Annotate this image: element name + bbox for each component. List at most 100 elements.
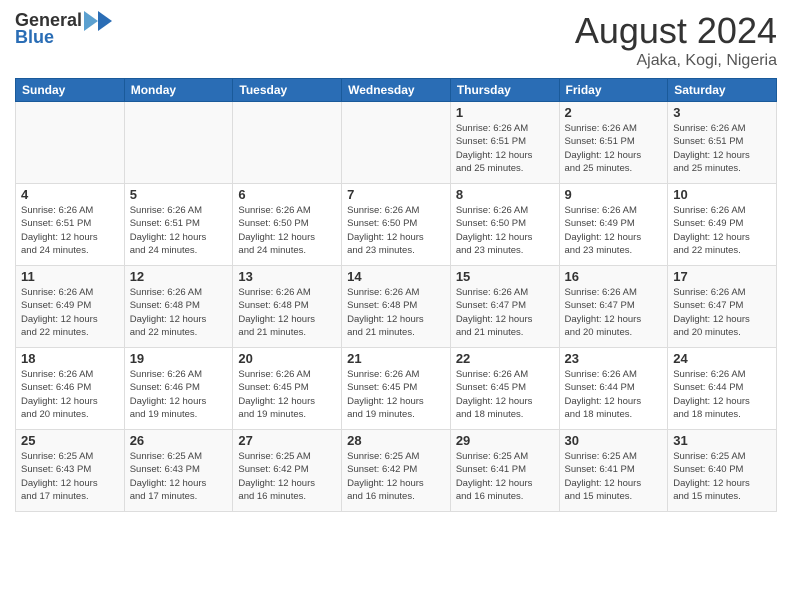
calendar-table: Sunday Monday Tuesday Wednesday Thursday… [15, 78, 777, 512]
table-row: 24Sunrise: 6:26 AM Sunset: 6:44 PM Dayli… [668, 348, 777, 430]
day-info: Sunrise: 6:26 AM Sunset: 6:51 PM Dayligh… [565, 122, 663, 175]
table-row: 29 Sunrise: 6:25 AM Sunset: 6:41 PM Dayli… [450, 430, 559, 512]
day-info: Sunrise: 6:26 AM Sunset: 6:47 PM Dayligh… [456, 286, 554, 339]
day-info: Sunrise: 6:25 AM Sunset: 6:43 PM Dayligh… [130, 450, 228, 503]
week-row-4: 18 Sunrise: 6:26 AM Sunset: 6:46 PM Dayli… [16, 348, 777, 430]
col-wednesday: Wednesday [342, 79, 451, 102]
day-number: 3 [673, 105, 771, 120]
table-row: 26 Sunrise: 6:25 AM Sunset: 6:43 PM Dayli… [124, 430, 233, 512]
day-number: 6 [238, 187, 336, 202]
day-number: 31 [673, 433, 771, 448]
table-row: 27 Sunrise: 6:25 AM Sunset: 6:42 PM Dayli… [233, 430, 342, 512]
location: Ajaka, Kogi, Nigeria [575, 52, 777, 70]
day-number: 22 [456, 351, 554, 366]
table-row: 1Sunrise: 6:26 AM Sunset: 6:51 PM Daylig… [450, 102, 559, 184]
table-row: 11Sunrise: 6:26 AM Sunset: 6:49 PM Dayli… [16, 266, 125, 348]
day-number: 7 [347, 187, 445, 202]
week-row-5: 25 Sunrise: 6:25 AM Sunset: 6:43 PM Dayli… [16, 430, 777, 512]
table-row: 5Sunrise: 6:26 AM Sunset: 6:51 PM Daylig… [124, 184, 233, 266]
day-number: 28 [347, 433, 445, 448]
table-row: 3 Sunrise: 6:26 AM Sunset: 6:51 PM Daylig… [668, 102, 777, 184]
day-number: 13 [238, 269, 336, 284]
table-row: 17Sunrise: 6:26 AM Sunset: 6:47 PM Dayli… [668, 266, 777, 348]
day-number: 9 [565, 187, 663, 202]
week-row-2: 4 Sunrise: 6:26 AM Sunset: 6:51 PM Daylig… [16, 184, 777, 266]
table-row: 19 Sunrise: 6:26 AM Sunset: 6:46 PM Dayli… [124, 348, 233, 430]
day-number: 14 [347, 269, 445, 284]
logo-icon [84, 11, 112, 31]
table-row: 22 Sunrise: 6:26 AM Sunset: 6:45 PM Dayli… [450, 348, 559, 430]
day-info: Sunrise: 6:26 AM Sunset: 6:48 PM Dayligh… [130, 286, 228, 339]
day-number: 8 [456, 187, 554, 202]
day-info: Sunrise: 6:25 AM Sunset: 6:41 PM Dayligh… [565, 450, 663, 503]
table-row: 10Sunrise: 6:26 AM Sunset: 6:49 PM Dayli… [668, 184, 777, 266]
table-row: 25 Sunrise: 6:25 AM Sunset: 6:43 PM Dayli… [16, 430, 125, 512]
day-info: Sunrise: 6:26 AM Sunset: 6:44 PM Dayligh… [565, 368, 663, 421]
day-number: 18 [21, 351, 119, 366]
day-number: 21 [347, 351, 445, 366]
table-row [16, 102, 125, 184]
day-number: 12 [130, 269, 228, 284]
table-row: 16 Sunrise: 6:26 AM Sunset: 6:47 PM Dayli… [559, 266, 668, 348]
day-number: 20 [238, 351, 336, 366]
day-info: Sunrise: 6:26 AM Sunset: 6:45 PM Dayligh… [238, 368, 336, 421]
day-info: Sunrise: 6:26 AM Sunset: 6:49 PM Dayligh… [565, 204, 663, 257]
day-info: Sunrise: 6:26 AM Sunset: 6:46 PM Dayligh… [130, 368, 228, 421]
table-row: 2 Sunrise: 6:26 AM Sunset: 6:51 PM Daylig… [559, 102, 668, 184]
day-number: 15 [456, 269, 554, 284]
day-info: Sunrise: 6:26 AM Sunset: 6:49 PM Dayligh… [21, 286, 119, 339]
day-number: 19 [130, 351, 228, 366]
day-number: 23 [565, 351, 663, 366]
day-info: Sunrise: 6:26 AM Sunset: 6:47 PM Dayligh… [565, 286, 663, 339]
day-info: Sunrise: 6:25 AM Sunset: 6:43 PM Dayligh… [21, 450, 119, 503]
table-row: 15 Sunrise: 6:26 AM Sunset: 6:47 PM Dayli… [450, 266, 559, 348]
day-info: Sunrise: 6:25 AM Sunset: 6:41 PM Dayligh… [456, 450, 554, 503]
day-info: Sunrise: 6:26 AM Sunset: 6:51 PM Dayligh… [456, 122, 554, 175]
day-number: 2 [565, 105, 663, 120]
page: General Blue August 2024 Ajaka, Kogi, Ni… [0, 0, 792, 612]
table-row: 14 Sunrise: 6:26 AM Sunset: 6:48 PM Dayli… [342, 266, 451, 348]
day-info: Sunrise: 6:26 AM Sunset: 6:49 PM Dayligh… [673, 204, 771, 257]
day-info: Sunrise: 6:25 AM Sunset: 6:40 PM Dayligh… [673, 450, 771, 503]
col-saturday: Saturday [668, 79, 777, 102]
day-number: 30 [565, 433, 663, 448]
day-info: Sunrise: 6:26 AM Sunset: 6:51 PM Dayligh… [673, 122, 771, 175]
table-row: 23 Sunrise: 6:26 AM Sunset: 6:44 PM Dayli… [559, 348, 668, 430]
table-row [342, 102, 451, 184]
day-number: 16 [565, 269, 663, 284]
table-row: 18 Sunrise: 6:26 AM Sunset: 6:46 PM Dayli… [16, 348, 125, 430]
week-row-3: 11Sunrise: 6:26 AM Sunset: 6:49 PM Dayli… [16, 266, 777, 348]
day-info: Sunrise: 6:26 AM Sunset: 6:45 PM Dayligh… [347, 368, 445, 421]
day-info: Sunrise: 6:26 AM Sunset: 6:46 PM Dayligh… [21, 368, 119, 421]
day-info: Sunrise: 6:26 AM Sunset: 6:45 PM Dayligh… [456, 368, 554, 421]
header: General Blue August 2024 Ajaka, Kogi, Ni… [15, 10, 777, 70]
week-row-1: 1Sunrise: 6:26 AM Sunset: 6:51 PM Daylig… [16, 102, 777, 184]
day-info: Sunrise: 6:25 AM Sunset: 6:42 PM Dayligh… [347, 450, 445, 503]
table-row: 28 Sunrise: 6:25 AM Sunset: 6:42 PM Dayli… [342, 430, 451, 512]
month-title: August 2024 [575, 10, 777, 52]
logo: General Blue [15, 10, 112, 48]
day-info: Sunrise: 6:26 AM Sunset: 6:48 PM Dayligh… [347, 286, 445, 339]
table-row: 12 Sunrise: 6:26 AM Sunset: 6:48 PM Dayli… [124, 266, 233, 348]
day-info: Sunrise: 6:26 AM Sunset: 6:50 PM Dayligh… [456, 204, 554, 257]
day-info: Sunrise: 6:26 AM Sunset: 6:51 PM Dayligh… [130, 204, 228, 257]
table-row: 9 Sunrise: 6:26 AM Sunset: 6:49 PM Daylig… [559, 184, 668, 266]
day-number: 26 [130, 433, 228, 448]
logo-blue: Blue [15, 27, 54, 48]
day-info: Sunrise: 6:26 AM Sunset: 6:50 PM Dayligh… [347, 204, 445, 257]
table-row: 4Sunrise: 6:26 AM Sunset: 6:51 PM Daylig… [16, 184, 125, 266]
day-number: 27 [238, 433, 336, 448]
col-sunday: Sunday [16, 79, 125, 102]
day-number: 4 [21, 187, 119, 202]
day-number: 25 [21, 433, 119, 448]
day-info: Sunrise: 6:26 AM Sunset: 6:48 PM Dayligh… [238, 286, 336, 339]
table-row: 20 Sunrise: 6:26 AM Sunset: 6:45 PM Dayli… [233, 348, 342, 430]
day-info: Sunrise: 6:25 AM Sunset: 6:42 PM Dayligh… [238, 450, 336, 503]
day-number: 29 [456, 433, 554, 448]
col-thursday: Thursday [450, 79, 559, 102]
table-row: 21 Sunrise: 6:26 AM Sunset: 6:45 PM Dayli… [342, 348, 451, 430]
col-monday: Monday [124, 79, 233, 102]
col-tuesday: Tuesday [233, 79, 342, 102]
table-row: 8 Sunrise: 6:26 AM Sunset: 6:50 PM Daylig… [450, 184, 559, 266]
day-info: Sunrise: 6:26 AM Sunset: 6:44 PM Dayligh… [673, 368, 771, 421]
